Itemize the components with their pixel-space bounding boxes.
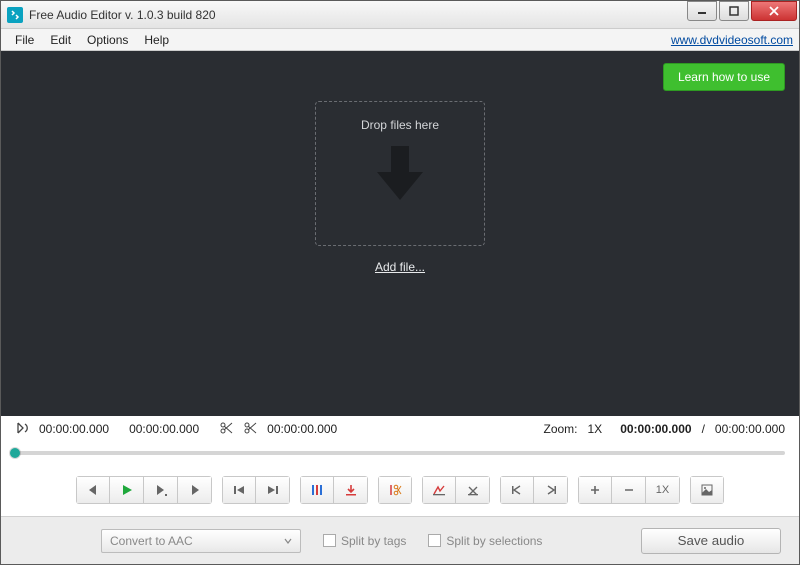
scissor-right-icon (243, 421, 257, 438)
cover-art-button[interactable] (690, 476, 724, 504)
window-controls (687, 1, 799, 28)
down-arrow-icon (373, 142, 427, 209)
minimize-button[interactable] (687, 1, 717, 21)
app-icon (7, 7, 23, 23)
seek-slider[interactable] (15, 451, 785, 455)
split-by-tags-checkbox[interactable]: Split by tags (323, 534, 406, 548)
time-info-bar: 00:00:00.000 00:00:00.000 00:00:00.000 Z… (1, 416, 799, 442)
drop-zone[interactable]: Drop files here (315, 101, 485, 246)
zoom-label: Zoom: (543, 422, 577, 436)
learn-how-to-use-button[interactable]: Learn how to use (663, 63, 785, 91)
menu-help[interactable]: Help (136, 31, 177, 49)
add-file-link[interactable]: Add file... (375, 260, 425, 274)
close-button[interactable] (751, 1, 797, 21)
zoom-in-button[interactable] (578, 476, 612, 504)
split-by-tags-label: Split by tags (341, 534, 406, 548)
markers-button[interactable] (300, 476, 334, 504)
chevron-down-icon (284, 534, 292, 548)
duration-time: 00:00:00.000 (715, 422, 785, 436)
split-by-selections-checkbox[interactable]: Split by selections (428, 534, 542, 548)
window-title: Free Audio Editor v. 1.0.3 build 820 (29, 8, 687, 22)
seek-slider-row (1, 442, 799, 464)
menubar: File Edit Options Help www.dvdvideosoft.… (1, 29, 799, 51)
play-selection-button[interactable] (144, 476, 178, 504)
trim-outside-button[interactable] (422, 476, 456, 504)
split-by-selections-label: Split by selections (446, 534, 542, 548)
selection-to-end-button[interactable] (534, 476, 568, 504)
selection-start-icon (15, 421, 29, 438)
playhead-time: 00:00:00.000 (620, 422, 691, 436)
selection-to-start-button[interactable] (500, 476, 534, 504)
titlebar: Free Audio Editor v. 1.0.3 build 820 (1, 1, 799, 29)
scissor-left-icon (219, 421, 233, 438)
cut-selection-button[interactable] (378, 476, 412, 504)
selection-start-time: 00:00:00.000 (39, 422, 109, 436)
step-forward-button[interactable] (178, 476, 212, 504)
checkbox-icon (323, 534, 336, 547)
menu-options[interactable]: Options (79, 31, 136, 49)
website-link[interactable]: www.dvdvideosoft.com (671, 33, 793, 47)
app-window: Free Audio Editor v. 1.0.3 build 820 Fil… (0, 0, 800, 565)
zoom-reset-button[interactable]: 1X (646, 476, 680, 504)
toolbar: 1X (1, 464, 799, 516)
maximize-button[interactable] (719, 1, 749, 21)
skip-end-button[interactable] (256, 476, 290, 504)
time-separator: / (702, 422, 705, 436)
save-audio-button[interactable]: Save audio (641, 528, 781, 554)
work-area: Learn how to use Drop files here Add fil… (1, 51, 799, 416)
format-selected: Convert to AAC (110, 534, 193, 548)
format-dropdown[interactable]: Convert to AAC (101, 529, 301, 553)
play-button[interactable] (110, 476, 144, 504)
menu-file[interactable]: File (7, 31, 42, 49)
drop-zone-label: Drop files here (361, 118, 439, 132)
selection-end-time: 00:00:00.000 (129, 422, 199, 436)
checkbox-icon (428, 534, 441, 547)
cut-range-time: 00:00:00.000 (267, 422, 337, 436)
seek-knob[interactable] (10, 448, 20, 458)
step-back-button[interactable] (76, 476, 110, 504)
delete-selection-button[interactable] (456, 476, 490, 504)
zoom-value: 1X (588, 422, 603, 436)
menu-edit[interactable]: Edit (42, 31, 79, 49)
zoom-out-button[interactable] (612, 476, 646, 504)
skip-start-button[interactable] (222, 476, 256, 504)
import-marker-button[interactable] (334, 476, 368, 504)
bottom-bar: Convert to AAC Split by tags Split by se… (1, 516, 799, 564)
